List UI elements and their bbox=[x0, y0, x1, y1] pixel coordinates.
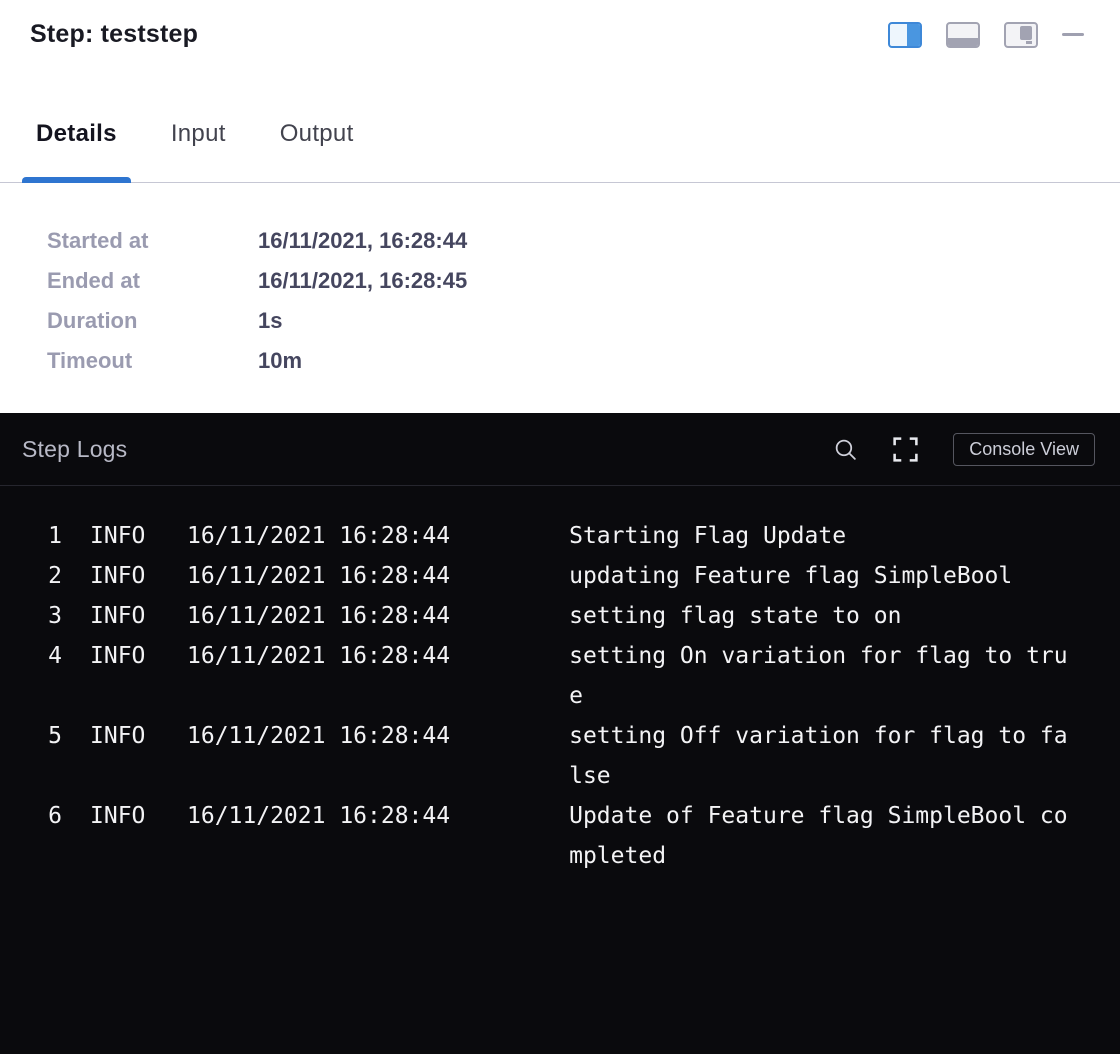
tab-input[interactable]: Input bbox=[157, 120, 240, 182]
detail-row: Timeout 10m bbox=[47, 341, 1120, 381]
detail-row: Duration 1s bbox=[47, 301, 1120, 341]
log-timestamp: 16/11/2021 16:28:44 bbox=[187, 596, 450, 636]
detail-label: Duration bbox=[47, 301, 258, 341]
layout-right-view-icon bbox=[888, 22, 922, 48]
detail-label: Timeout bbox=[47, 341, 258, 381]
log-line-number: 4 bbox=[30, 636, 62, 676]
log-message: setting Off variation for flag to false bbox=[569, 716, 1067, 796]
panel-header: Step: teststep bbox=[0, 0, 1120, 49]
detail-row: Started at 16/11/2021, 16:28:44 bbox=[47, 221, 1120, 261]
logs-actions: Console View bbox=[833, 433, 1095, 466]
layout-float-view-button[interactable] bbox=[1004, 22, 1038, 48]
layout-controls bbox=[888, 22, 1084, 48]
minimize-icon bbox=[1062, 33, 1084, 36]
log-line-number: 3 bbox=[30, 596, 62, 636]
step-details-panel: Step: teststep Details Input Output Star… bbox=[0, 0, 1120, 1054]
minimize-button[interactable] bbox=[1062, 33, 1084, 36]
detail-value: 1s bbox=[258, 301, 282, 341]
detail-value: 10m bbox=[258, 341, 302, 381]
tab-bar: Details Input Output bbox=[0, 49, 1120, 183]
log-message: Starting Flag Update bbox=[569, 516, 1067, 556]
search-icon bbox=[833, 437, 858, 462]
detail-value: 16/11/2021, 16:28:45 bbox=[258, 261, 467, 301]
log-line-number: 6 bbox=[30, 796, 62, 836]
log-level: INFO bbox=[90, 556, 146, 596]
log-lines: 1 INFO 16/11/2021 16:28:44 Starting Flag… bbox=[0, 486, 1120, 876]
log-line-number: 5 bbox=[30, 716, 62, 756]
log-line-number: 2 bbox=[30, 556, 62, 596]
layout-bottom-view-icon bbox=[946, 22, 980, 48]
expand-button[interactable] bbox=[890, 435, 921, 464]
layout-float-view-icon bbox=[1004, 22, 1038, 48]
log-level: INFO bbox=[90, 716, 146, 756]
search-button[interactable] bbox=[833, 437, 858, 462]
log-level: INFO bbox=[90, 796, 146, 836]
layout-right-view-button[interactable] bbox=[888, 22, 922, 48]
log-message: Update of Feature flag SimpleBool comple… bbox=[569, 796, 1067, 876]
log-level: INFO bbox=[90, 516, 146, 556]
log-message: setting On variation for flag to true bbox=[569, 636, 1067, 716]
detail-value: 16/11/2021, 16:28:44 bbox=[258, 221, 467, 261]
log-timestamp: 16/11/2021 16:28:44 bbox=[187, 516, 450, 556]
expand-icon bbox=[890, 435, 921, 464]
step-logs-panel: Step Logs Console View 1 INFO 16/1 bbox=[0, 413, 1120, 1054]
logs-title: Step Logs bbox=[22, 436, 127, 463]
log-line: 4 INFO 16/11/2021 16:28:44 setting On va… bbox=[30, 636, 1120, 716]
log-line: 5 INFO 16/11/2021 16:28:44 setting Off v… bbox=[30, 716, 1120, 796]
tab-details[interactable]: Details bbox=[22, 120, 131, 182]
log-timestamp: 16/11/2021 16:28:44 bbox=[187, 556, 450, 596]
log-line: 2 INFO 16/11/2021 16:28:44 updating Feat… bbox=[30, 556, 1120, 596]
page-title: Step: teststep bbox=[30, 20, 198, 49]
detail-row: Ended at 16/11/2021, 16:28:45 bbox=[47, 261, 1120, 301]
detail-label: Ended at bbox=[47, 261, 258, 301]
log-level: INFO bbox=[90, 596, 146, 636]
log-timestamp: 16/11/2021 16:28:44 bbox=[187, 636, 450, 676]
log-timestamp: 16/11/2021 16:28:44 bbox=[187, 716, 450, 756]
log-line: 6 INFO 16/11/2021 16:28:44 Update of Fea… bbox=[30, 796, 1120, 876]
tab-output[interactable]: Output bbox=[266, 120, 368, 182]
details-section: Started at 16/11/2021, 16:28:44 Ended at… bbox=[0, 183, 1120, 381]
log-message: updating Feature flag SimpleBool bbox=[569, 556, 1067, 596]
logs-header: Step Logs Console View bbox=[0, 413, 1120, 486]
layout-bottom-view-button[interactable] bbox=[946, 22, 980, 48]
log-line: 3 INFO 16/11/2021 16:28:44 setting flag … bbox=[30, 596, 1120, 636]
log-message: setting flag state to on bbox=[569, 596, 1067, 636]
log-timestamp: 16/11/2021 16:28:44 bbox=[187, 796, 450, 836]
detail-label: Started at bbox=[47, 221, 258, 261]
log-line-number: 1 bbox=[30, 516, 62, 556]
log-level: INFO bbox=[90, 636, 146, 676]
console-view-button[interactable]: Console View bbox=[953, 433, 1095, 466]
log-line: 1 INFO 16/11/2021 16:28:44 Starting Flag… bbox=[30, 516, 1120, 556]
